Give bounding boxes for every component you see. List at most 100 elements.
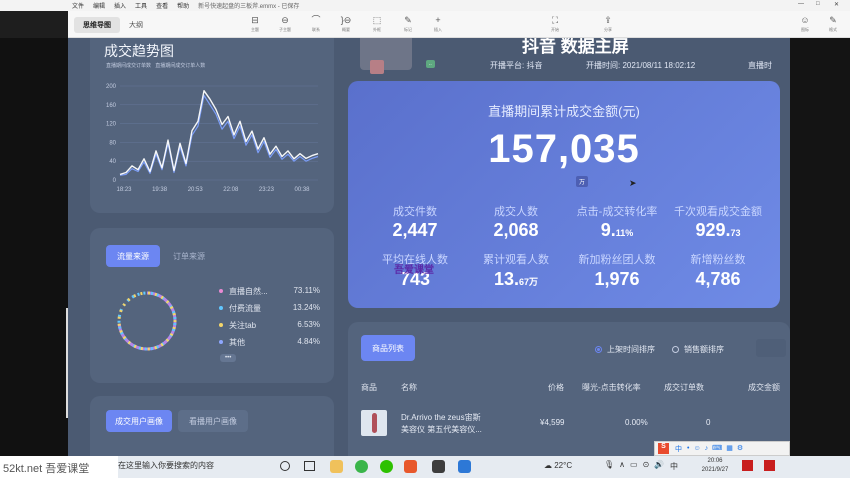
header-logo-text: 抖音 数据主屏 <box>522 38 629 56</box>
ime-mode[interactable]: 中 <box>675 444 682 454</box>
window-controls: — □ ✕ <box>790 0 850 11</box>
show-desktop-icon[interactable] <box>764 460 775 471</box>
legend-value-paid: 13.24% <box>292 303 320 312</box>
legend-label-natural: 直播自然... <box>229 287 268 296</box>
product-rate: 0.00% <box>625 418 648 427</box>
duration-label: 直播时 <box>748 61 772 70</box>
menu-insert[interactable]: 插入 <box>114 1 126 10</box>
trend-card: 成交趋势图 直播期间成交订单数 直播期间成交订单人数 0 40 80 120 160 20… <box>90 38 334 213</box>
legend-value-natural: 73.11% <box>293 286 320 295</box>
minimize-icon[interactable]: — <box>798 1 804 7</box>
trend-title: 成交趋势图 <box>104 43 174 59</box>
watermark-site: 52kt.net 吾爱课堂 <box>3 463 90 475</box>
ime-toolbar: S 中 •☺♪⌨▦⚙ <box>654 441 790 456</box>
y-tick-label: 200 <box>106 84 117 90</box>
video-app-icon[interactable] <box>458 460 471 473</box>
menu-edit[interactable]: 编辑 <box>93 1 105 10</box>
maximize-icon[interactable]: □ <box>816 1 820 7</box>
left-canvas-margin <box>0 38 70 456</box>
app-icon[interactable] <box>432 460 445 473</box>
platform-label: 开播平台: 抖音 <box>490 61 543 70</box>
col-orders: 成交订单数 <box>664 383 704 392</box>
menu-help[interactable]: 帮助 <box>177 1 189 10</box>
tab-viewer-profile[interactable]: 看播用户画像 <box>178 410 248 432</box>
tray-ime[interactable]: 中 <box>670 461 678 472</box>
start-button[interactable]: ⛶ 开始 <box>544 13 566 33</box>
col-name: 名称 <box>401 383 417 392</box>
metric-value-fanclub: 1,976 <box>594 269 640 289</box>
tab-order-source[interactable]: 订单来源 <box>164 245 214 267</box>
weather-widget[interactable]: ☁ 22°C <box>544 461 572 470</box>
wechat-icon[interactable] <box>380 460 393 473</box>
metric-label-buyers: 成交人数 <box>494 206 538 218</box>
traffic-card: 流量来源 订单来源 直播自然... 73.11% 付费流量 13.24% 关注t… <box>90 228 334 383</box>
ime-logo-icon: S <box>658 443 669 454</box>
col-rate: 曝光-点击转化率 <box>582 383 641 392</box>
menu-view[interactable]: 查看 <box>156 1 168 10</box>
topic-button[interactable]: ⊟ 主题 <box>244 13 266 33</box>
relation-button[interactable]: ⌒ 联系 <box>305 13 327 33</box>
clock[interactable]: 20:06 2021/9/27 <box>690 457 740 475</box>
taskbar-search-input[interactable]: 在这里输入你要搜索的内容 <box>118 460 214 471</box>
icon-panel-button[interactable]: ☺ 图标 <box>794 13 816 33</box>
menu-file[interactable]: 文件 <box>72 1 84 10</box>
cloud-icon: ☁ <box>544 461 552 470</box>
metric-value-views: 13.67万 <box>493 269 539 289</box>
task-view-icon[interactable] <box>304 461 315 471</box>
close-icon[interactable]: ✕ <box>834 1 839 8</box>
extra-toggle-button[interactable] <box>756 339 786 357</box>
kpi-card: 直播期间累计成交金额(元) 157,035 万 ➤ 成交件数 2,447 成交人… <box>348 81 780 308</box>
watermark-box: 52kt.net 吾爱课堂 <box>0 456 118 478</box>
y-tick-label: 80 <box>109 140 116 146</box>
file-explorer-icon[interactable] <box>330 460 343 473</box>
insert-button[interactable]: + 插入 <box>427 13 449 33</box>
topic-icon: ⊟ <box>251 15 259 25</box>
share-button[interactable]: ⇪ 分享 <box>597 13 619 33</box>
x-tick-label: 23:23 <box>259 187 275 193</box>
taskbar: 52kt.net 吾爱课堂 在这里输入你要搜索的内容 ☁ 22°C 🎙∧▭⊙🔊 … <box>0 456 850 478</box>
tab-buyer-profile[interactable]: 成交用户画像 <box>106 410 172 432</box>
summary-button[interactable]: }⊖ 概要 <box>335 13 357 33</box>
series-line <box>119 94 319 176</box>
cortana-icon[interactable] <box>280 461 290 471</box>
radio-sort-sales[interactable] <box>672 346 679 353</box>
ime-tool-icons[interactable]: •☺♪⌨▦⚙ <box>687 444 747 452</box>
col-amount: 成交金额 <box>748 383 780 392</box>
watermark-text: 吾爱课堂 <box>394 265 434 276</box>
x-tick-label: 18:23 <box>116 187 132 193</box>
x-tick-label: 20:53 <box>188 187 204 193</box>
format-panel-tabs: ☺ 图标 ✎ 格式 <box>790 11 850 38</box>
subtopic-button[interactable]: ⊖ 子主题 <box>274 13 296 33</box>
radio-sort-time[interactable] <box>595 346 602 353</box>
boundary-button[interactable]: ⬚ 外框 <box>366 13 388 33</box>
product-price: ¥4,599 <box>540 418 565 427</box>
menu-tools[interactable]: 工具 <box>135 1 147 10</box>
tray-icons[interactable]: 🎙∧▭⊙🔊 <box>604 460 669 469</box>
tab-mindmap[interactable]: 思维导图 <box>74 17 120 33</box>
plus-icon: + <box>435 15 441 25</box>
product-list-card: 商品列表 上架时间排序 销售额排序 商品 名称 价格 曝光-点击转化率 成交订单… <box>348 322 790 456</box>
tab-product-list[interactable]: 商品列表 <box>361 335 415 361</box>
notification-icon[interactable] <box>742 460 753 471</box>
mark-button[interactable]: ✎ 标记 <box>397 13 419 33</box>
browser-icon[interactable] <box>355 460 368 473</box>
tab-outline[interactable]: 大纲 <box>124 17 148 33</box>
format-panel-button[interactable]: ✎ 格式 <box>822 13 844 33</box>
mouse-cursor-icon: ➤ <box>629 178 637 188</box>
legend-label-paid: 付费流量 <box>229 304 261 313</box>
legend-value-follow: 6.53% <box>297 320 320 329</box>
summary-icon: }⊖ <box>340 15 352 25</box>
mark-icon: ✎ <box>404 15 412 25</box>
series-line <box>119 90 319 176</box>
menu-bar: 文件 编辑 插入 工具 查看 帮助 新号快速起盘的三板斧.emmx - 已保存 <box>0 0 850 11</box>
metric-value-items: 2,447 <box>392 220 438 240</box>
x-tick-label: 22:08 <box>223 187 239 193</box>
product-orders: 0 <box>706 418 711 427</box>
dashboard-image: 成交趋势图 直播期间成交订单数 直播期间成交订单人数 0 40 80 120 160 20… <box>68 38 790 456</box>
product-name: Dr.Arrivo the zeus宙斯 美容仪 第五代美容仪... <box>401 413 482 434</box>
metric-label-items: 成交件数 <box>393 206 437 218</box>
col-product: 商品 <box>361 383 377 392</box>
tab-traffic-source[interactable]: 流量来源 <box>106 245 160 267</box>
xmind-icon[interactable] <box>404 460 417 473</box>
more-button[interactable]: ••• <box>220 354 237 362</box>
